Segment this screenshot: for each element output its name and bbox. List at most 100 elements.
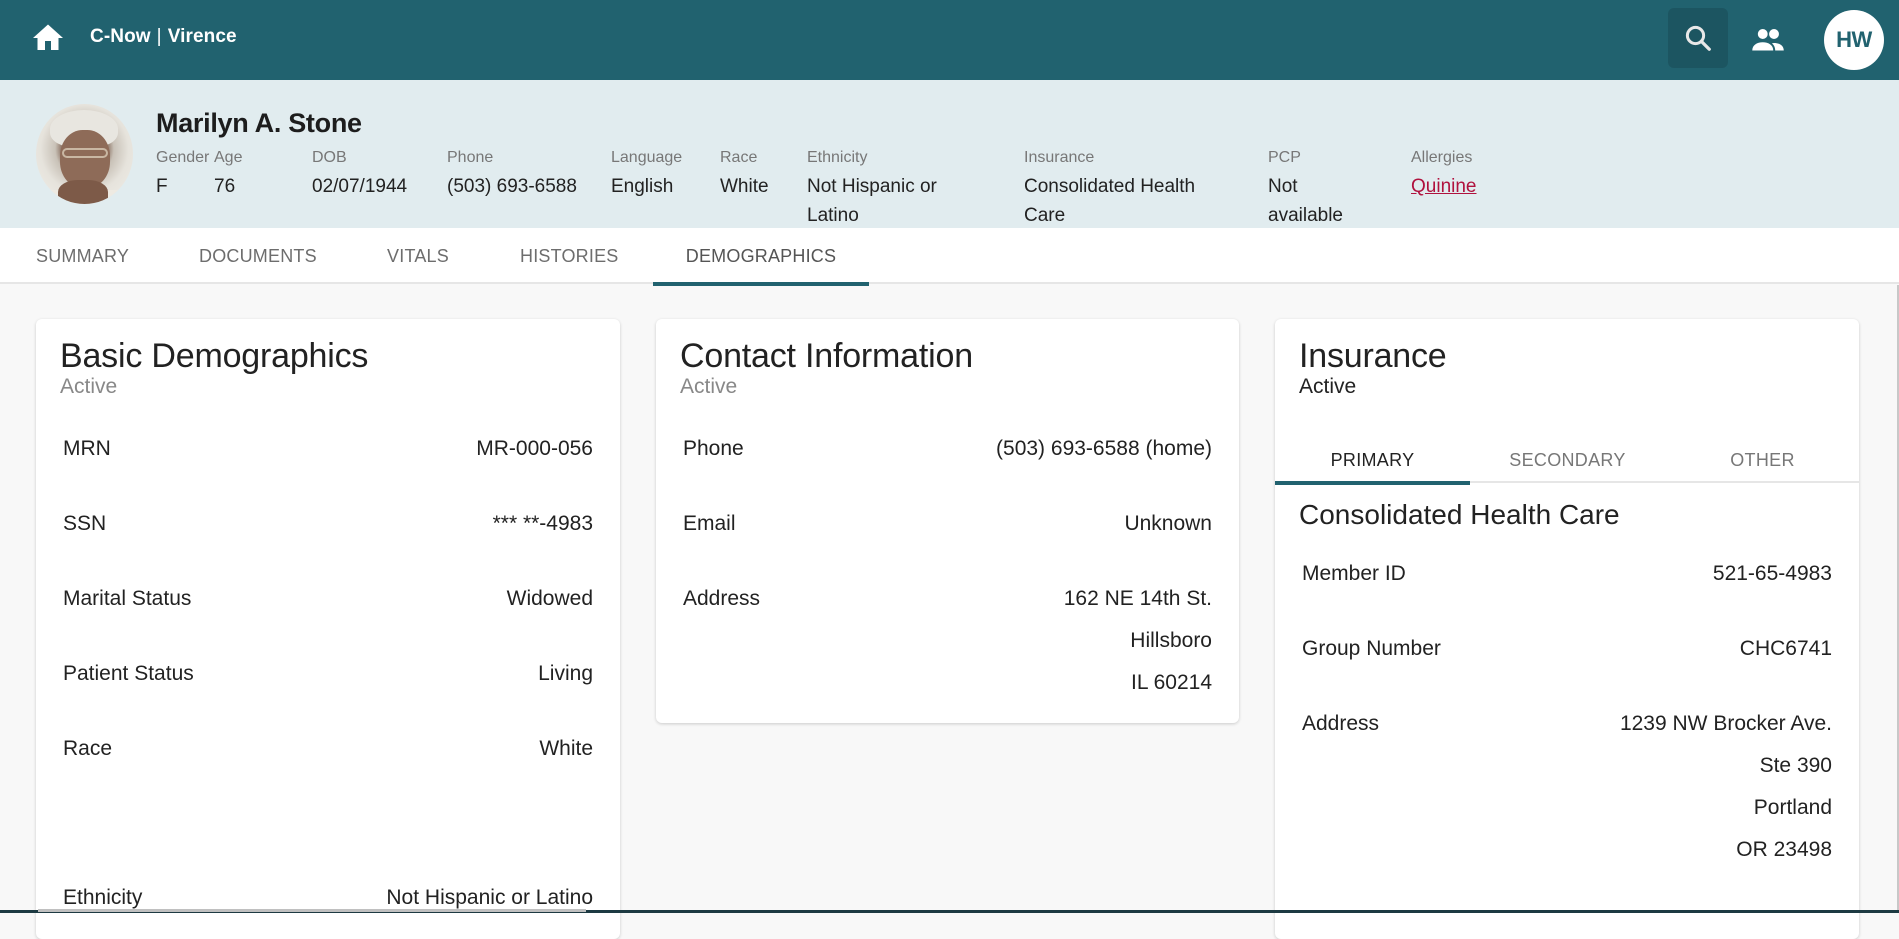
- field-label: Language: [611, 149, 683, 166]
- field-value: (503) 693-6588: [447, 176, 577, 197]
- field-value: F: [156, 176, 168, 197]
- tab-secondary[interactable]: SECONDARY: [1470, 437, 1665, 483]
- field-value: 02/07/1944: [312, 176, 408, 197]
- row-label: Group Number: [1302, 637, 1441, 660]
- basic-demographics-card: Basic Demographics Active MRN MR-000-056…: [36, 319, 620, 939]
- row-label: Member ID: [1302, 562, 1406, 585]
- row-label: Ethnicity: [63, 886, 143, 909]
- address-line: OR 23498: [1736, 838, 1832, 861]
- org-name: Virence: [167, 26, 237, 47]
- tab-documents[interactable]: DOCUMENTS: [199, 228, 317, 284]
- field-gender: Gender F: [156, 147, 209, 201]
- card-title: Insurance: [1299, 337, 1447, 375]
- row-value: 1239 NW Brocker Ave. Ste 390 Portland OR…: [1620, 703, 1832, 871]
- field-value: Consolidated Health Care: [1024, 172, 1195, 230]
- row-value: Living: [538, 662, 593, 685]
- row-value: *** **-4983: [492, 512, 593, 535]
- field-label: Race: [720, 149, 758, 166]
- row-label: Phone: [683, 437, 744, 460]
- value-line: Latino: [807, 205, 859, 226]
- row-label: Race: [63, 737, 113, 760]
- row-value: MR-000-056: [476, 437, 593, 460]
- field-age: Age 76: [214, 147, 242, 201]
- field-value: English: [611, 176, 674, 197]
- card-title: Basic Demographics: [60, 337, 369, 375]
- top-app-bar: C-Now | Virence HW: [0, 0, 1899, 80]
- field-label: Age: [214, 149, 243, 166]
- row-value: Unknown: [1124, 512, 1212, 535]
- field-value: Not Hispanic or Latino: [807, 172, 937, 230]
- address-line: Hillsboro: [1130, 629, 1212, 652]
- tab-summary[interactable]: SUMMARY: [36, 228, 129, 284]
- card-status: Active: [1299, 375, 1357, 398]
- search-icon: [1685, 25, 1711, 51]
- field-label: Gender: [156, 149, 210, 166]
- card-status: Active: [680, 375, 738, 398]
- patient-banner: Marilyn A. Stone Gender F Age 76 DOB 02/…: [0, 80, 1899, 228]
- tab-vitals[interactable]: VITALS: [387, 228, 449, 284]
- field-ethnicity: Ethnicity Not Hispanic or Latino: [807, 147, 937, 230]
- people-icon: [1752, 29, 1784, 51]
- address-line: 1239 NW Brocker Ave.: [1619, 712, 1832, 735]
- app-title: C-Now | Virence: [90, 26, 237, 48]
- value-line: Consolidated Health: [1024, 176, 1196, 197]
- insurance-plan-name: Consolidated Health Care: [1299, 499, 1620, 530]
- contact-information-card: Contact Information Active Phone (503) 6…: [656, 319, 1239, 723]
- field-language: Language English: [611, 147, 682, 201]
- tab-other[interactable]: OTHER: [1665, 437, 1860, 483]
- field-value: Not available: [1268, 172, 1343, 230]
- row-label: Email: [683, 512, 736, 535]
- insurance-tabs: PRIMARY SECONDARY OTHER: [1275, 437, 1860, 485]
- field-dob: DOB 02/07/1944: [312, 147, 407, 201]
- patient-name: Marilyn A. Stone: [156, 108, 362, 138]
- row-label: Address: [683, 587, 761, 610]
- value-line: Not Hispanic or: [807, 176, 937, 197]
- patient-photo: [36, 104, 133, 204]
- row-value: 162 NE 14th St. Hillsboro IL 60214: [1064, 578, 1212, 704]
- field-label: Insurance: [1024, 149, 1095, 166]
- field-label: PCP: [1268, 149, 1301, 166]
- app-name: C-Now: [90, 26, 151, 47]
- search-button[interactable]: [1668, 8, 1728, 68]
- field-label: Phone: [447, 149, 494, 166]
- row-value: Widowed: [506, 587, 593, 610]
- field-value: White: [720, 176, 769, 197]
- field-value: 76: [214, 176, 236, 197]
- field-phone: Phone (503) 693-6588: [447, 147, 577, 201]
- home-button[interactable]: [30, 20, 66, 56]
- tab-demographics[interactable]: DEMOGRAPHICS: [653, 228, 869, 286]
- row-label: Address: [1302, 712, 1380, 735]
- field-pcp: PCP Not available: [1268, 147, 1343, 230]
- address-line: IL 60214: [1131, 671, 1212, 694]
- field-insurance: Insurance Consolidated Health Care: [1024, 147, 1195, 230]
- address-line: Portland: [1753, 796, 1832, 819]
- field-label: Ethnicity: [807, 149, 868, 166]
- row-label: SSN: [63, 512, 107, 535]
- address-line: 162 NE 14th St.: [1063, 587, 1212, 610]
- horizontal-scrollbar[interactable]: [38, 909, 586, 912]
- field-race: Race White: [720, 147, 769, 201]
- value-line: available: [1268, 205, 1343, 226]
- tab-primary[interactable]: PRIMARY: [1275, 437, 1470, 485]
- row-value: White: [539, 737, 593, 760]
- insurance-card: Insurance Active PRIMARY SECONDARY OTHER…: [1275, 319, 1859, 939]
- field-label: Allergies: [1411, 149, 1473, 166]
- value-line: Care: [1024, 205, 1066, 226]
- user-avatar[interactable]: HW: [1824, 10, 1884, 70]
- card-title: Contact Information: [680, 337, 973, 375]
- value-line: Not: [1268, 176, 1298, 197]
- row-value: 521-65-4983: [1712, 562, 1832, 585]
- tab-histories[interactable]: HISTORIES: [520, 228, 618, 284]
- address-line: Ste 390: [1759, 754, 1832, 777]
- field-allergies: Allergies Quinine: [1411, 147, 1477, 201]
- patients-button[interactable]: [1746, 18, 1790, 62]
- title-separator: |: [156, 26, 162, 47]
- allergy-link[interactable]: Quinine: [1411, 172, 1477, 201]
- field-label: DOB: [312, 149, 347, 166]
- row-label: Marital Status: [63, 587, 192, 610]
- home-icon: [33, 24, 63, 50]
- row-label: MRN: [63, 437, 111, 460]
- row-value: CHC6741: [1739, 637, 1832, 660]
- row-label: Patient Status: [63, 662, 194, 685]
- row-value: (503) 693-6588 (home): [996, 437, 1212, 460]
